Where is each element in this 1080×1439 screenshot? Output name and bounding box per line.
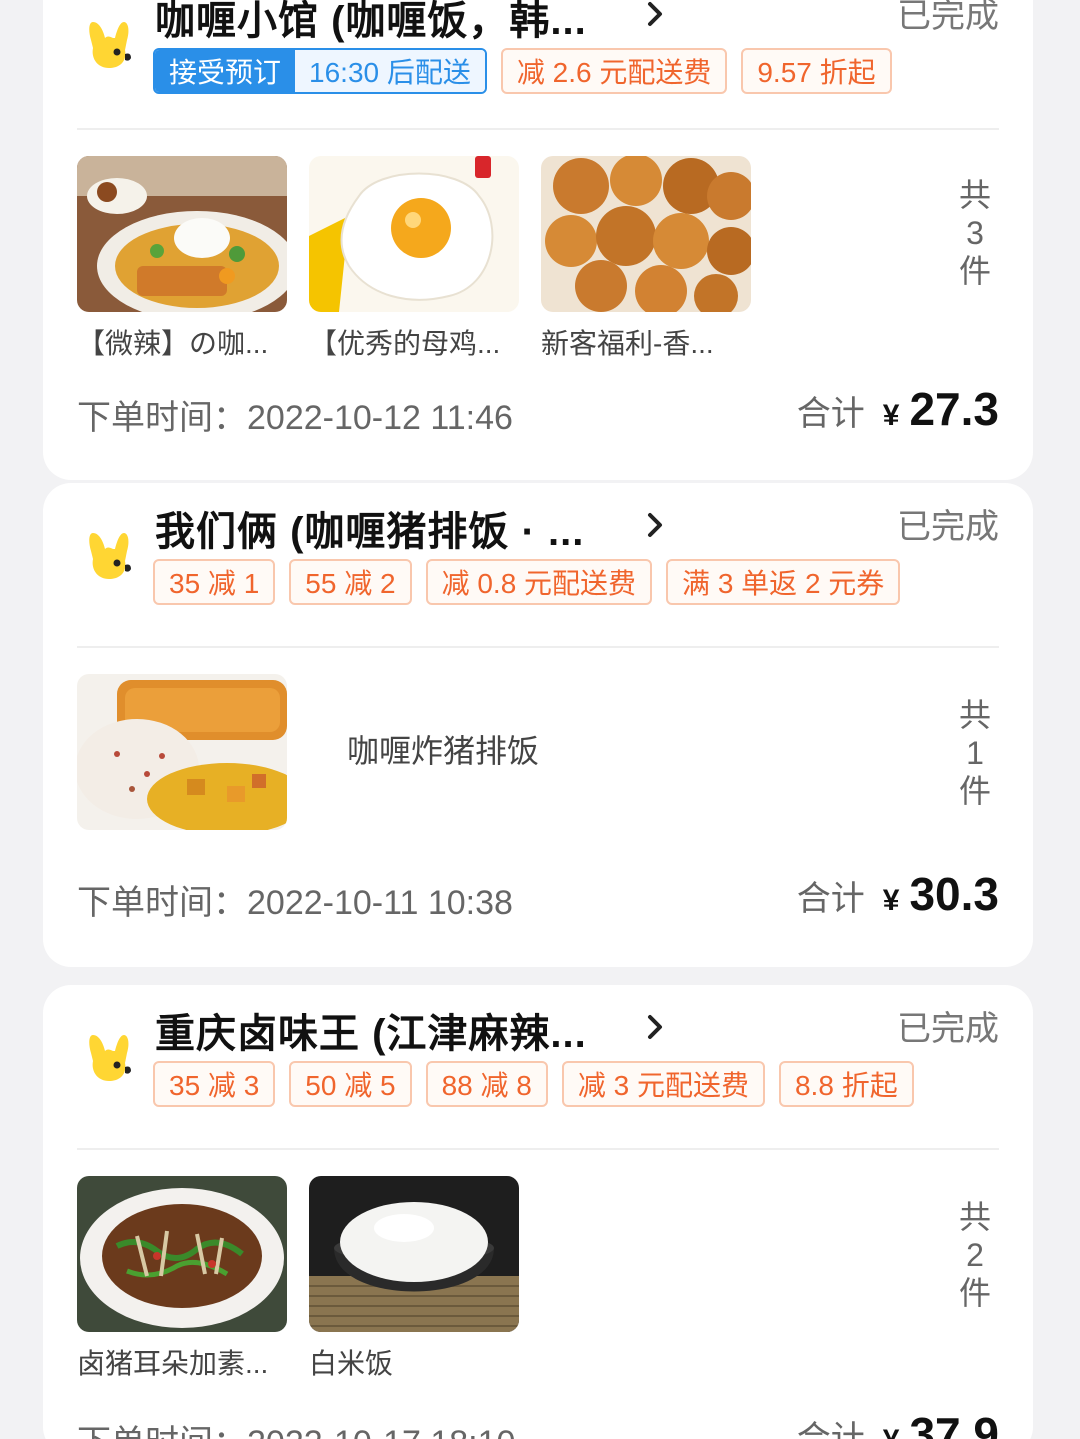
order-time: 下单时间：2022-10-12 11:46 bbox=[77, 390, 513, 439]
currency-symbol: ¥ bbox=[882, 884, 900, 917]
order-footer: 下单时间：2022-10-11 10:38 合计 ¥ 30.3 bbox=[77, 868, 999, 935]
total-amount: 37.9 bbox=[909, 1408, 999, 1439]
order-status: 已完成 bbox=[897, 1010, 999, 1048]
order-status: 已完成 bbox=[897, 508, 999, 546]
promo-tag: 满 3 单返 2 元券 bbox=[666, 559, 901, 605]
shop-logo-icon bbox=[89, 533, 131, 579]
order-item[interactable]: 【优秀的母鸡... bbox=[309, 156, 519, 362]
order-footer: 下单时间：2022-10-17 18:10 合计 ¥ 37.9 bbox=[77, 1408, 999, 1439]
count-suffix: 件 bbox=[958, 773, 991, 809]
chevron-right-icon[interactable] bbox=[641, 0, 671, 34]
count-number: 1 bbox=[966, 735, 984, 771]
count-number: 3 bbox=[966, 215, 984, 251]
promo-tag: 减 2.6 元配送费 bbox=[500, 48, 728, 94]
item-count: 共 3 件 bbox=[955, 176, 995, 290]
preorder-badge: 接受预订 16:30 后配送 bbox=[153, 48, 487, 94]
count-prefix: 共 bbox=[958, 1199, 991, 1235]
divider bbox=[77, 646, 999, 648]
preorder-label: 接受预订 bbox=[155, 50, 296, 92]
order-total: 合计 ¥ 30.3 bbox=[797, 867, 999, 921]
pork-cutlet-curry-photo bbox=[77, 674, 287, 830]
total-label: 合计 bbox=[796, 880, 865, 918]
promo-tags: 35 减 3 50 减 5 88 减 8 减 3 元配送费 8.8 折起 bbox=[153, 1061, 914, 1107]
count-suffix: 件 bbox=[958, 1275, 991, 1311]
order-time-value: 2022-10-11 10:38 bbox=[247, 884, 513, 922]
order-time-label: 下单时间： bbox=[77, 884, 247, 922]
promo-tags: 35 减 1 55 减 2 减 0.8 元配送费 满 3 单返 2 元券 bbox=[153, 559, 901, 605]
pig-ear-dish-photo bbox=[77, 1176, 287, 1332]
shop-name[interactable]: 我们俩 (咖喱猪排饭 · ... bbox=[155, 499, 625, 557]
item-name: 白米饭 bbox=[309, 1348, 394, 1379]
white-rice-bowl-photo bbox=[309, 1176, 519, 1332]
item-name: 卤猪耳朵加素... bbox=[77, 1348, 269, 1379]
order-status: 已完成 bbox=[897, 0, 999, 35]
order-item[interactable] bbox=[77, 674, 287, 830]
curry-rice-photo bbox=[77, 156, 287, 312]
promo-tag: 减 0.8 元配送费 bbox=[425, 559, 653, 605]
order-item[interactable]: 白米饭 bbox=[309, 1176, 519, 1382]
order-header: 咖喱小馆 (咖喱饭，韩... 已完成 接受预订 16:30 后配送 减 2.6 … bbox=[43, 0, 1033, 110]
order-card[interactable]: 重庆卤味王 (江津麻辣... 已完成 35 减 3 50 减 5 88 减 8 … bbox=[43, 985, 1033, 1439]
total-amount: 27.3 bbox=[909, 383, 999, 435]
promo-tag: 55 减 2 bbox=[289, 559, 412, 605]
chevron-right-icon[interactable] bbox=[641, 505, 671, 545]
order-item[interactable]: 卤猪耳朵加素... bbox=[77, 1176, 287, 1382]
order-time-label: 下单时间： bbox=[77, 399, 247, 437]
item-name: 新客福利-香... bbox=[541, 328, 714, 359]
divider bbox=[77, 1148, 999, 1150]
order-total: 合计 ¥ 37.9 bbox=[797, 1407, 999, 1439]
shop-logo-icon bbox=[89, 22, 131, 68]
fried-chicken-photo bbox=[541, 156, 751, 312]
order-item[interactable]: 【微辣】の咖... bbox=[77, 156, 287, 362]
item-name: 【微辣】の咖... bbox=[77, 328, 269, 359]
order-header: 我们俩 (咖喱猪排饭 · ... 已完成 35 减 1 55 减 2 减 0.8… bbox=[43, 508, 1033, 621]
order-footer: 下单时间：2022-10-12 11:46 合计 ¥ 27.3 bbox=[77, 383, 999, 450]
count-suffix: 件 bbox=[958, 253, 991, 289]
order-time-label: 下单时间： bbox=[77, 1424, 247, 1439]
total-label: 合计 bbox=[796, 1420, 865, 1439]
shop-name[interactable]: 重庆卤味王 (江津麻辣... bbox=[155, 1001, 625, 1059]
promo-tag: 35 减 1 bbox=[153, 559, 276, 605]
shop-logo-icon bbox=[89, 1035, 131, 1081]
order-time-value: 2022-10-12 11:46 bbox=[247, 399, 513, 437]
preorder-time: 16:30 后配送 bbox=[295, 50, 485, 92]
promo-tag: 8.8 折起 bbox=[778, 1061, 914, 1107]
order-total: 合计 ¥ 27.3 bbox=[797, 382, 999, 436]
order-time: 下单时间：2022-10-17 18:10 bbox=[77, 1415, 515, 1439]
order-card[interactable]: 我们俩 (咖喱猪排饭 · ... 已完成 35 减 1 55 减 2 减 0.8… bbox=[43, 483, 1033, 967]
item-name: 咖喱炸猪排饭 bbox=[347, 733, 540, 769]
chevron-right-icon[interactable] bbox=[641, 1007, 671, 1047]
currency-symbol: ¥ bbox=[882, 399, 900, 432]
promo-tag: 9.57 折起 bbox=[741, 48, 892, 94]
order-header: 重庆卤味王 (江津麻辣... 已完成 35 减 3 50 减 5 88 减 8 … bbox=[43, 1010, 1033, 1123]
order-time-value: 2022-10-17 18:10 bbox=[247, 1424, 515, 1439]
order-time: 下单时间：2022-10-11 10:38 bbox=[77, 875, 513, 924]
fried-egg-photo bbox=[309, 156, 519, 312]
promo-tag: 减 3 元配送费 bbox=[561, 1061, 765, 1107]
promo-tag: 50 减 5 bbox=[289, 1061, 412, 1107]
order-item[interactable]: 新客福利-香... bbox=[541, 156, 751, 362]
shop-name[interactable]: 咖喱小馆 (咖喱饭，韩... bbox=[155, 0, 625, 46]
promo-tags: 接受预订 16:30 后配送 减 2.6 元配送费 9.57 折起 bbox=[153, 48, 892, 94]
count-prefix: 共 bbox=[958, 697, 991, 733]
item-count: 共 1 件 bbox=[955, 696, 995, 810]
total-label: 合计 bbox=[796, 395, 865, 433]
promo-tag: 35 减 3 bbox=[153, 1061, 276, 1107]
count-number: 2 bbox=[966, 1237, 984, 1273]
promo-tag: 88 减 8 bbox=[425, 1061, 548, 1107]
count-prefix: 共 bbox=[958, 177, 991, 213]
item-count: 共 2 件 bbox=[955, 1198, 995, 1312]
total-amount: 30.3 bbox=[909, 868, 999, 920]
item-name: 【优秀的母鸡... bbox=[309, 328, 501, 359]
currency-symbol: ¥ bbox=[883, 1424, 900, 1439]
order-card[interactable]: 咖喱小馆 (咖喱饭，韩... 已完成 接受预订 16:30 后配送 减 2.6 … bbox=[43, 0, 1033, 480]
divider bbox=[77, 128, 999, 130]
